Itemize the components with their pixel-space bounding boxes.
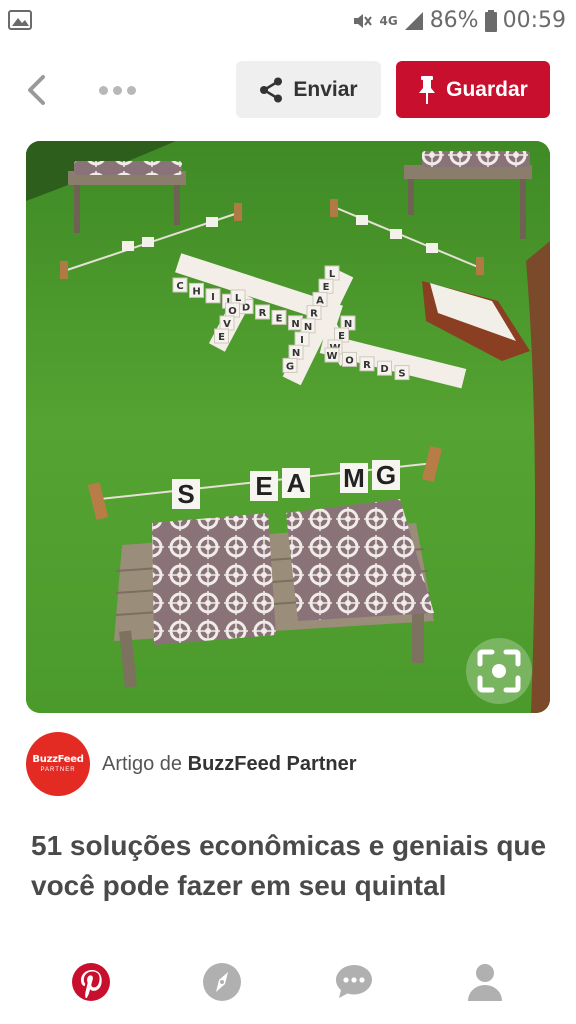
scrabble-letter: E <box>323 282 330 293</box>
scrabble-letter: N <box>292 348 300 359</box>
avatar-sub: PARTNER <box>40 767 76 773</box>
scrabble-letter: R <box>363 360 371 371</box>
letter-tile-text: A <box>287 468 306 498</box>
letter-tile-text: E <box>255 471 272 501</box>
chevron-left-icon <box>28 75 45 105</box>
send-button[interactable]: Enviar <box>236 61 381 118</box>
more-dot-icon <box>112 85 122 95</box>
gallery-notification-icon <box>8 10 32 35</box>
pinterest-logo-icon <box>72 963 110 1001</box>
scrabble-letter: R <box>259 308 267 319</box>
battery-percent: 86% <box>429 8 479 33</box>
attribution-source[interactable]: BuzzFeed Partner <box>188 753 357 775</box>
pushpin-icon <box>419 75 436 104</box>
scrabble-letter: I <box>300 335 304 346</box>
scrabble-letter: G <box>286 361 294 372</box>
share-icon <box>260 77 283 102</box>
scrabble-letter: D <box>380 364 388 375</box>
scrabble-letter: R <box>310 309 318 320</box>
nav-profile[interactable] <box>463 960 507 1004</box>
scrabble-letter: O <box>228 306 237 317</box>
signal-icon <box>404 11 423 30</box>
scrabble-letter: E <box>276 313 283 324</box>
back-button[interactable] <box>18 70 54 110</box>
compass-icon <box>203 963 241 1001</box>
scrabble-letter: V <box>223 319 231 330</box>
pin-title: 51 soluções econômicas e geniais que voc… <box>31 830 547 901</box>
scrabble-letter: N <box>304 322 312 333</box>
scrabble-letter: L <box>235 293 242 304</box>
scrabble-letter: A <box>316 295 324 306</box>
scrabble-letter: S <box>398 369 405 380</box>
save-button[interactable]: Guardar <box>396 61 550 118</box>
more-dot-icon <box>98 85 108 95</box>
scrabble-letter: L <box>329 269 336 280</box>
person-icon <box>468 964 502 1001</box>
scrabble-letter: O <box>345 355 354 366</box>
visual-search-button[interactable] <box>466 638 532 704</box>
chat-bubble-icon <box>336 965 372 998</box>
bottom-nav <box>0 944 576 1024</box>
more-options-button[interactable] <box>90 72 144 108</box>
clock: 00:59 <box>502 8 566 33</box>
letter-tile-text: S <box>177 479 194 509</box>
letter-tile-text: M <box>343 463 365 493</box>
scrabble-letter: E <box>218 332 225 343</box>
attribution-prefix: Artigo de <box>102 752 183 775</box>
more-dot-icon <box>126 85 136 95</box>
scrabble-letter: C <box>176 281 183 292</box>
avatar[interactable]: BuzzFeed PARTNER <box>26 732 90 796</box>
lens-icon <box>477 649 521 693</box>
pin-image[interactable]: SEAMG CHILDRENLEARNINGLOVENEWWORDS <box>26 141 550 713</box>
letter-tile-text: G <box>376 460 396 490</box>
nav-home[interactable] <box>69 960 113 1004</box>
avatar-brand: BuzzFeed <box>32 754 84 765</box>
nav-explore[interactable] <box>200 960 244 1004</box>
attribution-text: Artigo de BuzzFeed Partner <box>102 753 357 776</box>
scrabble-letter: I <box>211 292 215 303</box>
scrabble-letter: W <box>326 351 337 362</box>
send-label: Enviar <box>293 77 358 101</box>
scrabble-letter: H <box>192 286 200 297</box>
save-label: Guardar <box>446 77 528 101</box>
scrabble-letter: N <box>291 319 299 330</box>
network-type: 4G <box>379 13 398 28</box>
battery-icon <box>484 9 497 32</box>
status-bar: 4G 86% 00:59 <box>0 0 576 42</box>
mute-icon <box>354 13 373 28</box>
attribution[interactable]: BuzzFeed PARTNER Artigo de BuzzFeed Part… <box>26 732 357 796</box>
nav-messages[interactable] <box>332 960 376 1004</box>
